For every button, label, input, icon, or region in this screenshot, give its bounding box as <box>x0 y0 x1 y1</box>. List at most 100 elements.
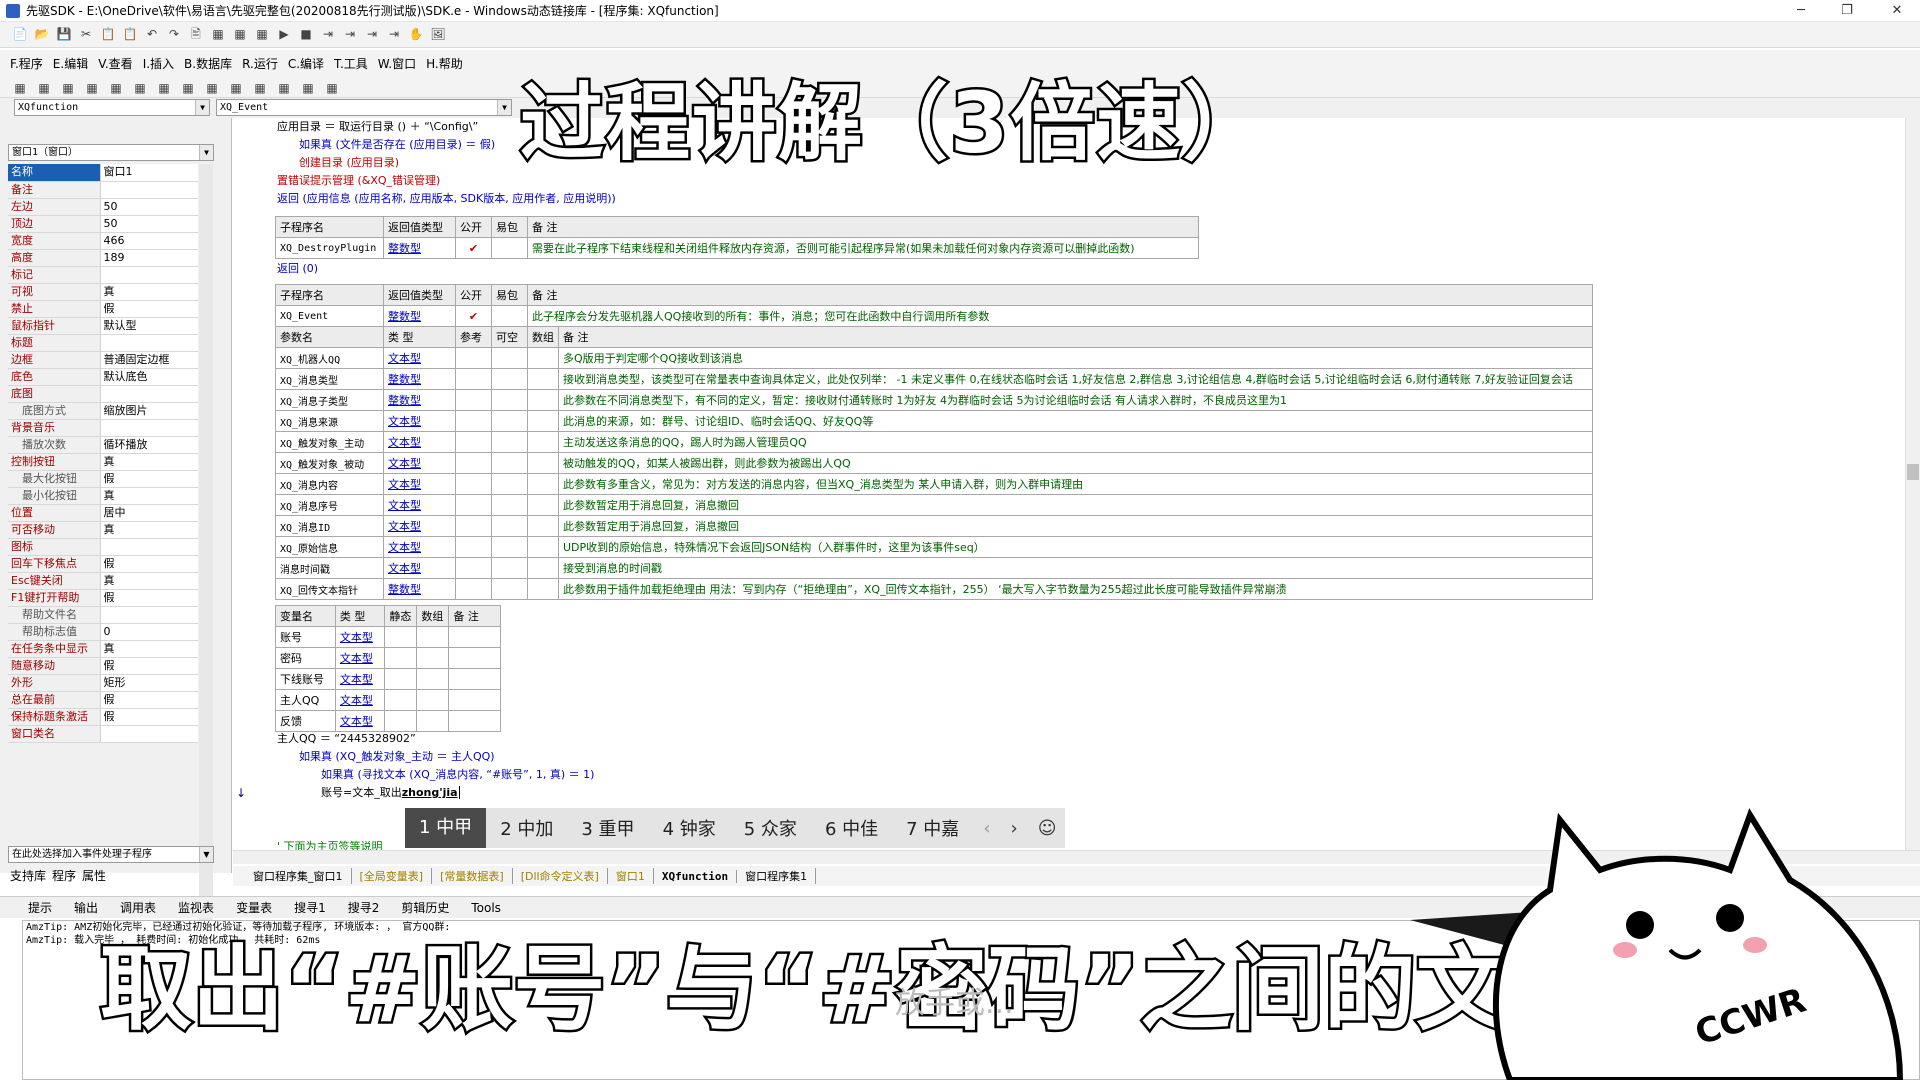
param-name[interactable]: XQ_消息序号 <box>275 494 384 516</box>
var-note[interactable] <box>448 689 501 711</box>
var-type[interactable]: 文本型 <box>334 689 386 711</box>
tab-clip-history[interactable]: 剪辑历史 <box>401 899 449 916</box>
property-row[interactable]: 高度 189 <box>8 249 198 267</box>
code-line[interactable]: 返回 (0) <box>277 262 318 276</box>
toolbar-button-icon[interactable]: ▦ <box>300 80 316 96</box>
param-row[interactable]: XQ_消息内容 文本型 此参数有多重含义，常见为：对方发送的消息内容，但当XQ_消息… <box>275 473 1593 495</box>
var-row[interactable]: 反馈 文本型 <box>275 710 501 732</box>
property-value[interactable]: 0 <box>99 623 198 641</box>
param-nullable[interactable] <box>491 368 528 390</box>
param-type[interactable]: 文本型 <box>383 431 456 453</box>
param-name[interactable]: XQ_触发对象_被动 <box>275 452 384 474</box>
toolbar-button-icon[interactable]: ⇥ <box>320 26 336 42</box>
property-row[interactable]: 背景音乐 <box>8 419 198 437</box>
param-note[interactable]: 接受到消息的时间戳 <box>558 557 1593 579</box>
param-row[interactable]: XQ_消息ID 文本型 此参数暂定用于消息回复，消息撤回 <box>275 515 1593 537</box>
scrollbar-thumb[interactable] <box>1907 464 1919 480</box>
param-nullable[interactable] <box>491 347 528 369</box>
param-type[interactable]: 整数型 <box>383 389 456 411</box>
param-array[interactable] <box>527 452 559 474</box>
property-value[interactable]: 真 <box>99 521 198 539</box>
param-ref[interactable] <box>455 515 492 537</box>
property-row[interactable]: 可视真 <box>8 283 198 301</box>
subprogram-name[interactable]: XQ_Event <box>275 305 384 327</box>
code-line[interactable]: 如果真 (寻找文本 (XQ_消息内容, “#账号”, 1, 真) ＝ 1) <box>321 768 594 782</box>
property-row[interactable]: 帮助文件名 <box>8 606 198 624</box>
var-array[interactable] <box>416 710 450 732</box>
property-value[interactable] <box>99 334 198 352</box>
toolbar-button-icon[interactable]: ▦ <box>12 80 28 96</box>
property-row[interactable]: 位置 居中 <box>8 504 198 522</box>
minimize-button[interactable]: ─ <box>1778 0 1824 22</box>
property-value[interactable]: 真 <box>99 487 198 505</box>
toolbar-button-icon[interactable]: ▦ <box>232 26 248 42</box>
var-row[interactable]: 下线账号 文本型 <box>275 668 501 690</box>
public-check-icon[interactable]: ✔ <box>455 237 492 259</box>
toolbar-button-icon[interactable]: 🖼 <box>430 26 446 42</box>
tab-assembly1[interactable]: 窗口程序集1 <box>737 868 817 884</box>
property-value[interactable]: 缩放图片 <box>99 402 198 420</box>
param-type[interactable]: 文本型 <box>383 536 456 558</box>
param-note[interactable]: 此消息的来源，如：群号、讨论组ID、临时会话QQ、好友QQ等 <box>558 410 1593 432</box>
toolbar-button-icon[interactable]: ▦ <box>84 80 100 96</box>
var-array[interactable] <box>416 689 450 711</box>
var-note[interactable] <box>448 710 501 732</box>
assembly-select[interactable]: XQfunction ▼ <box>14 99 210 116</box>
param-nullable[interactable] <box>491 389 528 411</box>
property-row[interactable]: Esc键关闭真 <box>8 572 198 590</box>
package-cell[interactable] <box>491 305 528 327</box>
toolbar-button-icon[interactable]: 📋 <box>100 26 116 42</box>
var-note[interactable] <box>448 647 501 669</box>
param-array[interactable] <box>527 494 559 516</box>
property-value[interactable] <box>99 538 198 556</box>
var-static[interactable] <box>384 626 418 648</box>
toolbar-button-icon[interactable]: ⇥ <box>342 26 358 42</box>
param-note[interactable]: 此参数有多重含义，常见为：对方发送的消息内容，但当XQ_消息类型为 某人申请入群… <box>558 473 1593 495</box>
param-name[interactable]: XQ_原始信息 <box>275 536 384 558</box>
var-row[interactable]: 主人QQ 文本型 <box>275 689 501 711</box>
toolbar-button-icon[interactable]: 📄 <box>12 26 28 42</box>
maximize-button[interactable]: ❐ <box>1824 0 1870 22</box>
param-nullable[interactable] <box>491 431 528 453</box>
property-row[interactable]: 播放次数 循环播放 <box>8 436 198 454</box>
next-page-icon[interactable]: › <box>1001 818 1028 839</box>
property-value[interactable] <box>99 725 198 743</box>
param-nullable[interactable] <box>491 515 528 537</box>
property-value[interactable]: 默认型 <box>99 317 198 335</box>
param-type[interactable]: 文本型 <box>383 410 456 432</box>
param-row[interactable]: XQ_消息来源 文本型 此消息的来源，如：群号、讨论组ID、临时会话QQ、好友QQ等 <box>275 410 1593 432</box>
param-ref[interactable] <box>455 578 492 600</box>
var-array[interactable] <box>416 647 450 669</box>
toolbar-button-icon[interactable]: ▦ <box>210 26 226 42</box>
toolbar-button-icon[interactable]: 📋 <box>122 26 138 42</box>
property-value[interactable]: 假 <box>99 691 198 709</box>
menu-insert[interactable]: I.插入 <box>143 55 174 72</box>
toolbar-button-icon[interactable]: ▦ <box>324 80 340 96</box>
param-row[interactable]: XQ_触发对象_被动 文本型 被动触发的QQ，如某人被踢出群，则此参数为被踢出人QQ <box>275 452 1593 474</box>
property-row[interactable]: 外形 矩形 <box>8 674 198 692</box>
property-value[interactable]: 窗口1 <box>99 164 198 182</box>
param-ref[interactable] <box>455 368 492 390</box>
var-row[interactable]: 账号 文本型 <box>275 626 501 648</box>
component-select[interactable]: 窗口1（窗口） ▼ <box>8 144 214 161</box>
property-value[interactable]: 假 <box>99 657 198 675</box>
param-note[interactable]: 多Q版用于判定哪个QQ接收到该消息 <box>558 347 1593 369</box>
toolbar-button-icon[interactable]: ✋ <box>408 26 424 42</box>
var-name[interactable]: 账号 <box>275 626 336 648</box>
toolbar-button-icon[interactable]: ▦ <box>156 80 172 96</box>
param-ref[interactable] <box>455 452 492 474</box>
param-ref[interactable] <box>455 347 492 369</box>
tab-window-assembly[interactable]: 窗口程序集_窗口1 <box>245 868 352 884</box>
property-value[interactable] <box>99 266 198 284</box>
tab-tips[interactable]: 提示 <box>28 899 52 916</box>
property-value[interactable]: 默认底色 <box>99 368 198 386</box>
property-row[interactable]: 左边 50 <box>8 198 198 216</box>
property-row[interactable]: 鼠标指针 默认型 <box>8 317 198 335</box>
param-row[interactable]: XQ_消息序号 文本型 此参数暂定用于消息回复，消息撤回 <box>275 494 1593 516</box>
property-row[interactable]: 在任务条中显示真 <box>8 640 198 658</box>
toolbar-button-icon[interactable]: ▶ <box>276 26 292 42</box>
var-note[interactable] <box>448 668 501 690</box>
toolbar-button-icon[interactable]: ⇥ <box>386 26 402 42</box>
param-type[interactable]: 整数型 <box>383 368 456 390</box>
ime-candidate[interactable]: 6 中佳 <box>811 815 892 841</box>
